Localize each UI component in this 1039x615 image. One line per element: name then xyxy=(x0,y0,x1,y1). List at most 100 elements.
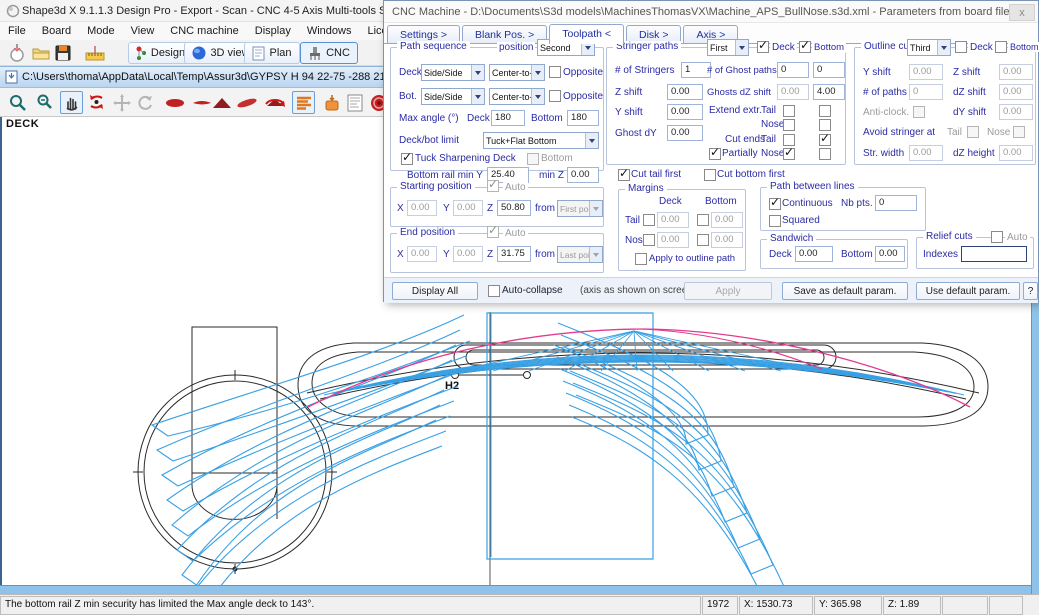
end-x-field[interactable]: 0.00 xyxy=(407,246,437,262)
menu-file[interactable]: File xyxy=(0,22,34,40)
menu-mode[interactable]: Mode xyxy=(79,22,123,40)
apply-button[interactable]: Apply xyxy=(684,282,772,300)
open-folder-icon[interactable] xyxy=(30,42,52,64)
end-y-field[interactable]: 0.00 xyxy=(453,246,483,262)
flip-board-icon[interactable] xyxy=(263,91,286,114)
outline-view-icon[interactable] xyxy=(163,91,186,114)
cut-ends-nose-deck-checkbox[interactable] xyxy=(783,148,795,160)
help-button[interactable]: ? xyxy=(1023,282,1038,300)
save-default-params-button[interactable]: Save as default param. xyxy=(782,282,908,300)
extend-tail-deck-checkbox[interactable] xyxy=(783,105,795,117)
stringer-z-shift-field[interactable]: 0.00 xyxy=(667,84,703,100)
opposite-bottom-checkbox[interactable] xyxy=(549,90,561,102)
cut-ends-tail-bottom-checkbox[interactable] xyxy=(819,134,831,146)
pan-hand-icon[interactable] xyxy=(60,91,83,114)
min-z-field[interactable]: 0.00 xyxy=(567,167,599,183)
indexes-field[interactable] xyxy=(961,246,1027,262)
tab-blank-pos[interactable]: Blank Pos. > xyxy=(462,25,547,43)
menu-board[interactable]: Board xyxy=(34,22,79,40)
toolpath-lines-icon[interactable] xyxy=(292,91,315,114)
outline-dy-shift-field[interactable]: 0.00 xyxy=(999,104,1033,120)
ghosts-dz-deck-field[interactable]: 0.00 xyxy=(777,84,809,100)
ruler-icon[interactable] xyxy=(84,42,106,64)
deck-sequence-dropdown[interactable]: Side/Side xyxy=(421,64,485,81)
tuck-sharpening-bottom-checkbox[interactable] xyxy=(527,153,539,165)
margin-tail-bottom-checkbox[interactable] xyxy=(697,214,709,226)
bottom-sequence-dropdown[interactable]: Side/Side xyxy=(421,88,485,105)
use-default-params-button[interactable]: Use default param. xyxy=(916,282,1020,300)
cut-ends-nose-bottom-checkbox[interactable] xyxy=(819,148,831,160)
outline-z-shift-field[interactable]: 0.00 xyxy=(999,64,1033,80)
tuck-sharpening-deck-checkbox[interactable] xyxy=(401,153,413,165)
zoom-out-icon[interactable] xyxy=(32,91,55,114)
export-gcode-icon[interactable] xyxy=(320,91,343,114)
slice-view-icon[interactable] xyxy=(210,91,233,114)
avoid-stringer-nose-checkbox[interactable] xyxy=(1013,126,1025,138)
deck-bot-limit-dropdown[interactable]: Tuck+Flat Bottom xyxy=(483,132,599,149)
margin-nose-bottom-field[interactable]: 0.00 xyxy=(711,232,743,248)
dialog-close-button[interactable]: x xyxy=(1009,4,1035,21)
ghost-paths-deck-field[interactable]: 0 xyxy=(777,62,809,78)
relief-auto-checkbox[interactable] xyxy=(991,231,1003,243)
cut-tail-first-checkbox[interactable] xyxy=(618,169,630,181)
ghost-paths-bottom-field[interactable]: 0 xyxy=(813,62,845,78)
plan-button[interactable]: Plan xyxy=(244,42,300,64)
max-angle-bottom-field[interactable]: 180 xyxy=(567,110,599,126)
cut-bottom-first-checkbox[interactable] xyxy=(704,169,716,181)
outline-dz-shift-field[interactable]: 0.00 xyxy=(999,84,1033,100)
ghosts-dz-bottom-field[interactable]: 4.00 xyxy=(813,84,845,100)
starting-auto-checkbox[interactable] xyxy=(487,180,499,192)
margin-tail-bottom-field[interactable]: 0.00 xyxy=(711,212,743,228)
notes-doc-icon[interactable] xyxy=(343,91,366,114)
start-x-field[interactable]: 0.00 xyxy=(407,200,437,216)
dialog-titlebar[interactable]: CNC Machine - D:\Documents\S3d models\Ma… xyxy=(384,1,1038,23)
max-angle-deck-field[interactable]: 180 xyxy=(491,110,525,126)
outline-bottom-checkbox[interactable] xyxy=(995,41,1007,53)
continuous-checkbox[interactable] xyxy=(769,198,781,210)
end-auto-checkbox[interactable] xyxy=(487,226,499,238)
stringer-y-shift-field[interactable]: 0.00 xyxy=(667,104,703,120)
anti-clockwise-checkbox[interactable] xyxy=(913,106,925,118)
stringer-width-field[interactable]: 0.00 xyxy=(909,145,943,161)
tab-toolpath[interactable]: Toolpath < xyxy=(549,24,624,44)
rotate-view-icon[interactable] xyxy=(85,91,108,114)
apply-to-outline-checkbox[interactable] xyxy=(635,253,647,265)
rotate-tool-icon-disabled[interactable] xyxy=(133,91,156,114)
outline-order-dropdown[interactable]: Third xyxy=(907,39,951,56)
menu-view[interactable]: View xyxy=(123,22,163,40)
pin-tool-icon[interactable] xyxy=(6,42,28,64)
save-icon[interactable] xyxy=(52,42,74,64)
deck-direction-dropdown[interactable]: Center-to- xyxy=(489,64,545,81)
stringer-deck-checkbox[interactable] xyxy=(757,41,769,53)
extend-nose-deck-checkbox[interactable] xyxy=(783,119,795,131)
menu-windows[interactable]: Windows xyxy=(299,22,360,40)
extend-tail-bottom-checkbox[interactable] xyxy=(819,105,831,117)
bottom-direction-dropdown[interactable]: Center-to- xyxy=(489,88,545,105)
margin-tail-deck-field[interactable]: 0.00 xyxy=(657,212,689,228)
margin-nose-deck-field[interactable]: 0.00 xyxy=(657,232,689,248)
auto-collapse-checkbox[interactable] xyxy=(488,285,500,297)
start-from-dropdown[interactable]: First point xyxy=(557,200,603,217)
squared-checkbox[interactable] xyxy=(769,215,781,227)
cnc-button[interactable]: CNC xyxy=(300,42,358,64)
zoom-in-icon[interactable] xyxy=(6,91,29,114)
move-tool-icon-disabled[interactable] xyxy=(110,91,133,114)
margin-nose-deck-checkbox[interactable] xyxy=(643,234,655,246)
partially-checkbox[interactable] xyxy=(709,148,721,160)
menu-cnc-machine[interactable]: CNC machine xyxy=(162,22,246,40)
end-z-field[interactable]: 31.75 xyxy=(497,246,531,262)
stringer-bottom-checkbox[interactable] xyxy=(799,41,811,53)
stringer-order-dropdown[interactable]: First xyxy=(707,39,749,56)
extend-nose-bottom-checkbox[interactable] xyxy=(819,119,831,131)
outline-deck-checkbox[interactable] xyxy=(955,41,967,53)
sandwich-bottom-field[interactable]: 0.00 xyxy=(875,246,905,262)
margin-tail-deck-checkbox[interactable] xyxy=(643,214,655,226)
start-z-field[interactable]: 50.80 xyxy=(497,200,531,216)
menu-display[interactable]: Display xyxy=(247,22,299,40)
display-all-button[interactable]: Display All xyxy=(392,282,478,300)
outline-num-paths-field[interactable]: 0 xyxy=(909,84,943,100)
margin-nose-bottom-checkbox[interactable] xyxy=(697,234,709,246)
sandwich-deck-field[interactable]: 0.00 xyxy=(795,246,833,262)
end-from-dropdown[interactable]: Last point xyxy=(557,246,603,263)
board-3d-icon[interactable] xyxy=(235,91,258,114)
